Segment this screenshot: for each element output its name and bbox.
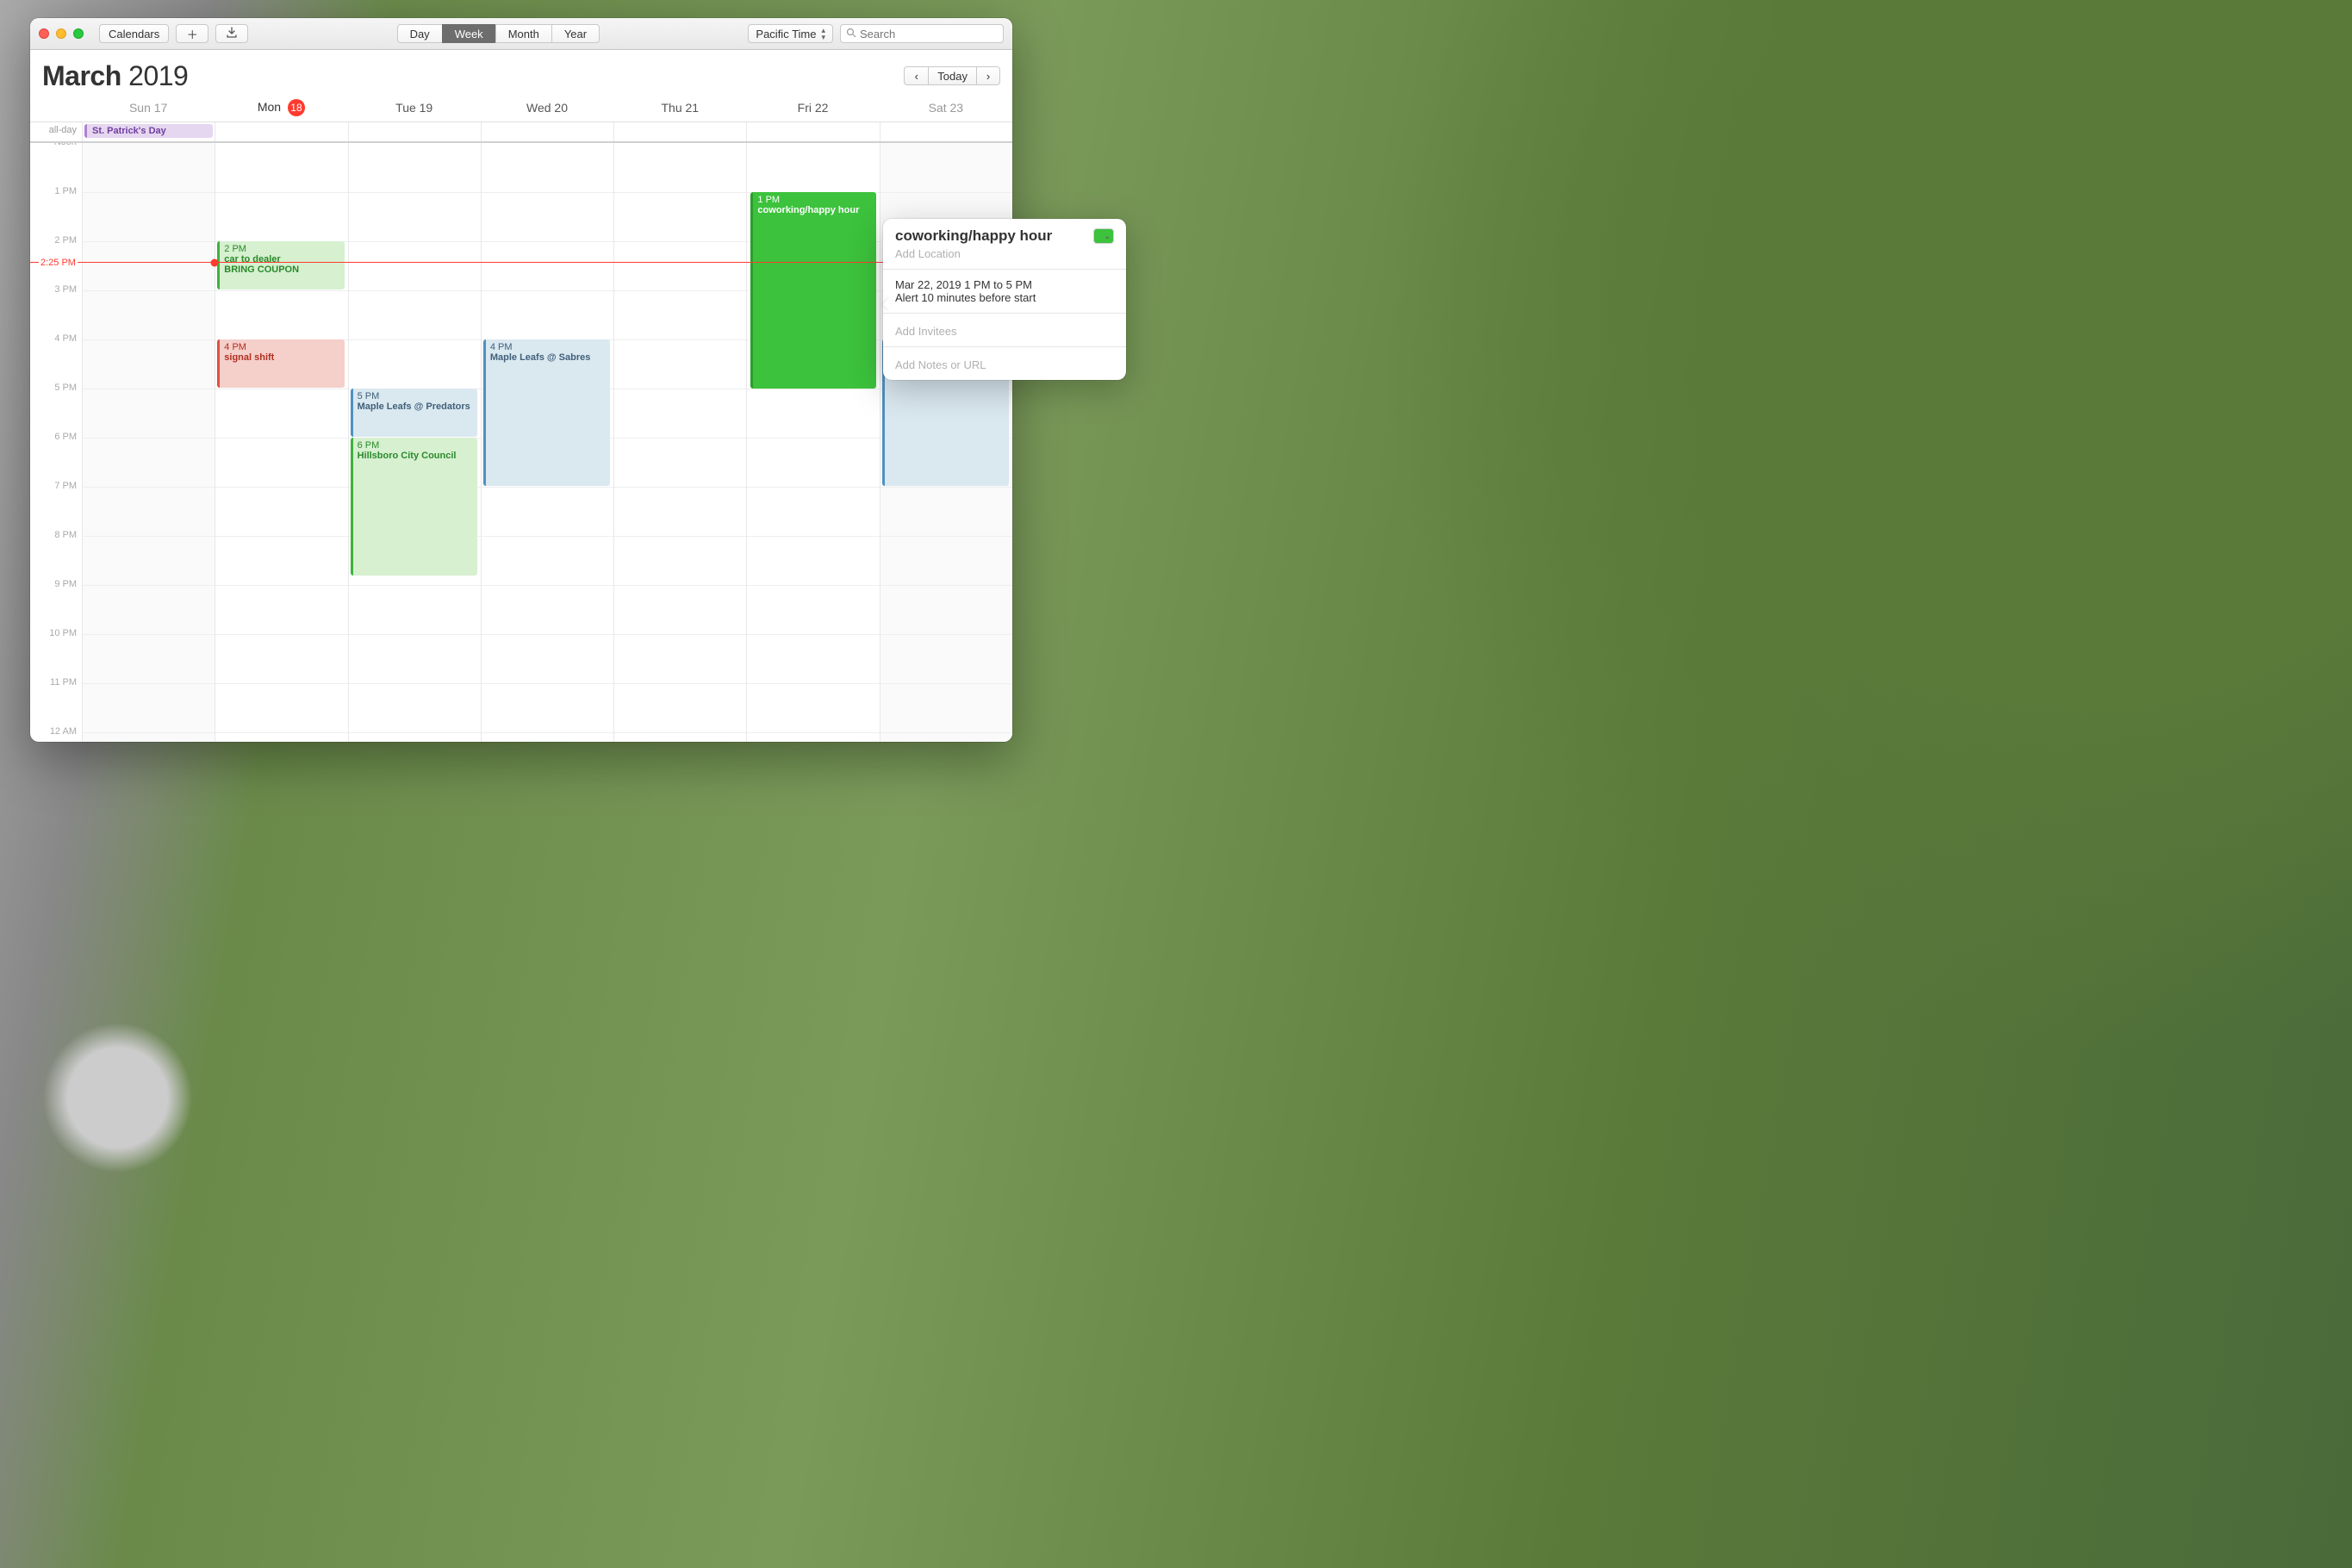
minimize-button[interactable] [56, 28, 66, 39]
event-predators[interactable]: 5 PM Maple Leafs @ Predators [351, 389, 477, 437]
popover-alert[interactable]: Alert 10 minutes before start [895, 291, 1114, 304]
chevron-right-icon: › [986, 70, 990, 83]
timezone-label: Pacific Time [756, 28, 816, 40]
stepper-icon: ▴▾ [821, 27, 825, 40]
location-field[interactable]: Add Location [895, 247, 1114, 260]
popover-title[interactable]: coworking/happy hour ⌄ [895, 227, 1114, 245]
timezone-picker[interactable]: Pacific Time ▴▾ [748, 24, 833, 43]
event-coworking[interactable]: 1 PM coworking/happy hour [750, 192, 875, 389]
chevron-down-icon: ⌄ [1104, 232, 1111, 241]
popover-date[interactable]: Mar 22, 2019 1 PM to 5 PM [895, 278, 1114, 291]
day-col-thu[interactable] [613, 143, 746, 742]
day-col-fri[interactable]: 1 PM coworking/happy hour [746, 143, 879, 742]
notes-field[interactable]: Add Notes or URL [895, 358, 1114, 371]
day-header-tue: Tue 19 [348, 101, 481, 115]
day-header-sat: Sat 23 [880, 101, 1012, 115]
window-controls [39, 28, 84, 39]
view-day[interactable]: Day [397, 24, 442, 43]
view-month[interactable]: Month [495, 24, 551, 43]
add-event-button[interactable]: ＋ [176, 24, 208, 43]
allday-label: all-day [30, 122, 82, 141]
close-button[interactable] [39, 28, 49, 39]
calendar-grid[interactable]: Noon 1 PM 2 PM 3 PM 4 PM 5 PM 6 PM 7 PM … [30, 143, 1012, 742]
view-week[interactable]: Week [442, 24, 495, 43]
search-icon [846, 28, 856, 40]
day-col-sun[interactable] [82, 143, 215, 742]
calendars-button[interactable]: Calendars [99, 24, 169, 43]
day-header-wed: Wed 20 [481, 101, 613, 115]
search-field[interactable] [840, 24, 1004, 43]
day-col-mon[interactable]: 2 PM car to dealer BRING COUPON 4 PM sig… [215, 143, 347, 742]
week-navigation: ‹ Today › [904, 66, 1000, 85]
month-year-title: March 2019 [42, 60, 188, 92]
event-sabres[interactable]: 4 PM Maple Leafs @ Sabres [483, 339, 610, 486]
event-car-dealer[interactable]: 2 PM car to dealer BRING COUPON [217, 241, 344, 289]
next-week-button[interactable]: › [976, 66, 1000, 85]
now-dot [211, 259, 219, 267]
day-header-mon: Mon 18 [215, 99, 347, 116]
titlebar: Calendars ＋ Day Week Month Year Pacific … [30, 18, 1012, 50]
day-header-thu: Thu 21 [613, 101, 746, 115]
search-input[interactable] [860, 28, 1011, 40]
allday-row: all-day St. Patrick's Day [30, 122, 1012, 143]
calendar-color-picker[interactable]: ⌄ [1093, 228, 1114, 244]
time-gutter: Noon 1 PM 2 PM 3 PM 4 PM 5 PM 6 PM 7 PM … [30, 143, 82, 742]
view-switcher: Day Week Month Year [397, 24, 600, 43]
fullscreen-button[interactable] [73, 28, 84, 39]
now-time-label: 2:25 PM [39, 258, 78, 268]
day-col-tue[interactable]: 5 PM Maple Leafs @ Predators 6 PM Hillsb… [348, 143, 481, 742]
today-button[interactable]: Today [928, 66, 976, 85]
day-headers: Sun 17 Mon 18 Tue 19 Wed 20 Thu 21 Fri 2… [30, 93, 1012, 122]
day-header-fri: Fri 22 [746, 101, 879, 115]
now-indicator: 2:25 PM [30, 262, 1012, 263]
plus-icon: ＋ [187, 26, 198, 42]
chevron-left-icon: ‹ [915, 70, 918, 83]
calendar-header: March 2019 ‹ Today › [30, 50, 1012, 93]
event-signal-shift[interactable]: 4 PM signal shift [217, 339, 344, 388]
prev-week-button[interactable]: ‹ [904, 66, 928, 85]
inbox-button[interactable] [215, 24, 248, 43]
download-icon [226, 27, 238, 41]
invitees-field[interactable]: Add Invitees [895, 325, 1114, 338]
day-header-sun: Sun 17 [82, 101, 215, 115]
event-popover: coworking/happy hour ⌄ Add Location Mar … [883, 219, 1126, 380]
day-col-wed[interactable]: 4 PM Maple Leafs @ Sabres [481, 143, 613, 742]
view-year[interactable]: Year [551, 24, 600, 43]
event-city-council[interactable]: 6 PM Hillsboro City Council [351, 438, 477, 576]
event-stpatricks[interactable]: St. Patrick's Day [84, 124, 213, 138]
calendar-window: Calendars ＋ Day Week Month Year Pacific … [30, 18, 1012, 742]
today-badge: 18 [288, 99, 305, 116]
